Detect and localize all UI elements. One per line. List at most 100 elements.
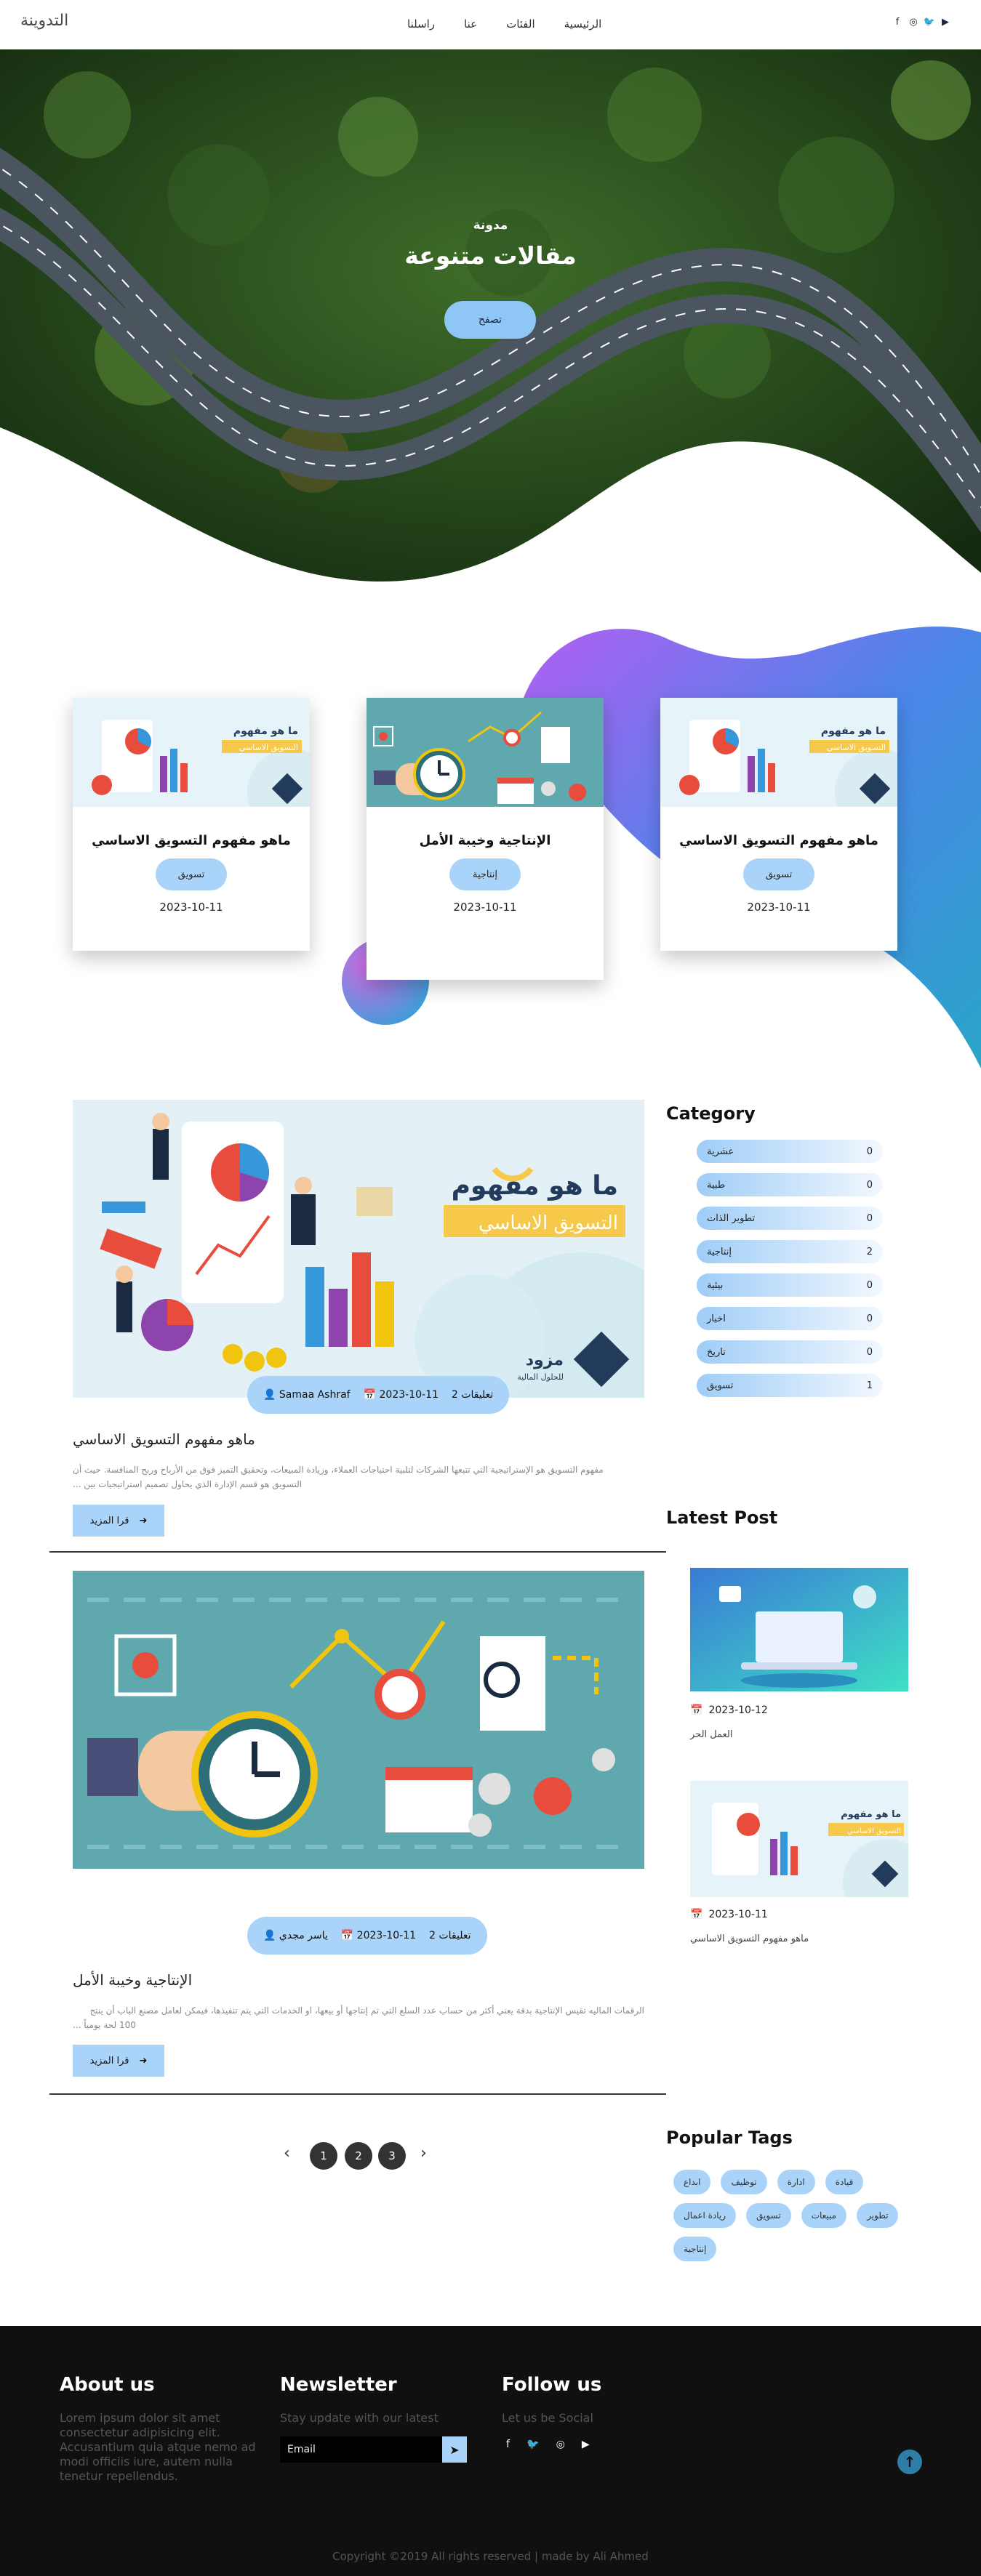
about-heading: About us (60, 2374, 155, 2396)
youtube-icon[interactable]: ▶ (940, 16, 951, 28)
tag-chip[interactable]: قيادة (825, 2170, 864, 2194)
post-image[interactable] (73, 1571, 644, 1869)
featured-card[interactable]: الإنتاجية وخيبة الأمل إنتاجية 2023-10-11 (367, 698, 604, 980)
featured-card[interactable]: ما هو مفهوم التسويق الاساسي ماهو مفهوم ا… (73, 698, 335, 951)
featured-card-badge[interactable]: إنتاجية (449, 858, 521, 890)
latest-post-item[interactable]: 📅 2023-10-12 العمل الحر (690, 1568, 908, 1740)
post-title[interactable]: الإنتاجية وخيبة الأمل (73, 1971, 192, 1989)
user-icon: 👤 (263, 1389, 276, 1401)
arrow-right-icon: ➜ (139, 2055, 148, 2066)
nav-link-categories[interactable]: الفئات (506, 17, 535, 31)
instagram-icon[interactable]: ◎ (556, 2439, 565, 2450)
pagination-next[interactable]: › (420, 2144, 427, 2162)
post-comments[interactable]: تعليقات 2 (452, 1389, 493, 1401)
about-text-line: Lorem ipsum dolor sit amet (60, 2411, 220, 2425)
thumb-text-line1: ما هو مفهوم (841, 1809, 901, 1820)
post-author[interactable]: Samaa Ashraf (279, 1389, 351, 1401)
featured-card-title[interactable]: الإنتاجية وخيبة الأمل (367, 833, 604, 848)
category-count: 0 (866, 1346, 873, 1358)
category-name: اخبار (707, 1313, 726, 1324)
tag-chip[interactable]: توظيف (721, 2170, 767, 2194)
post-title-wrap: الإنتاجية وخيبة الأمل (73, 1971, 644, 1989)
social-links: f ◎ 🐦 ▶ (892, 16, 951, 28)
read-more-button[interactable]: قرا المزيد ➜ (73, 1505, 164, 1537)
tag-chip[interactable]: ابداع (673, 2170, 711, 2194)
category-item[interactable]: عشرية 0 (697, 1140, 883, 1163)
post-title[interactable]: ماهو مفهوم التسويق الاساسي (73, 1430, 255, 1448)
popular-tags-heading: Popular Tags (666, 2128, 793, 2148)
author-info: 👤 Samaa Ashraf (263, 1389, 351, 1401)
featured-card[interactable]: ما هو مفهوم التسويق الاساسي ماهو مفهوم ا… (660, 698, 922, 951)
featured-card-date: 2023-10-11 (747, 901, 811, 914)
youtube-icon[interactable]: ▶ (582, 2439, 590, 2450)
category-count: 0 (866, 1279, 873, 1291)
scroll-to-top-button[interactable]: ↑ (897, 2450, 922, 2474)
category-item[interactable]: تطوير الذات 0 (697, 1207, 883, 1230)
productivity-thumbnail (367, 698, 604, 807)
featured-card-date: 2023-10-11 (159, 901, 223, 914)
hero-section: مدونة مقالات متنوعة تصفح (0, 49, 981, 602)
category-item[interactable]: طبية 0 (697, 1173, 883, 1196)
latest-post-item[interactable]: ما هو مفهوم التسويق الاساسي 📅 2023-10-11 … (690, 1781, 930, 1944)
about-text-line: modi officiis iure, autem nulla (60, 2455, 233, 2468)
read-more-button[interactable]: قرا المزيد ➜ (73, 2045, 164, 2077)
facebook-icon[interactable]: f (892, 16, 903, 28)
tag-chip[interactable]: ريادة اعمال (673, 2203, 737, 2228)
pagination-prev[interactable]: ‹ (284, 2144, 290, 2162)
featured-card-title[interactable]: ماهو مفهوم التسويق الاساسي (73, 833, 310, 848)
featured-card-badge[interactable]: تسويق (743, 858, 814, 890)
post-image[interactable]: ما هو مفهوم التسويق الاساسي مزود للحلول … (73, 1100, 644, 1398)
post-image-text-line1: ما هو مفهوم (452, 1171, 618, 1201)
page-1-button[interactable]: 1 (310, 2142, 337, 2170)
instagram-icon[interactable]: ◎ (908, 16, 919, 28)
email-input[interactable]: Email (280, 2436, 443, 2463)
latest-post-date-row: 📅 2023-10-12 (690, 1704, 908, 1716)
follow-text: Let us be Social (502, 2411, 593, 2425)
nav-link-contact[interactable]: راسلنا (407, 17, 435, 31)
featured-card-title[interactable]: ماهو مفهوم التسويق الاساسي (660, 833, 897, 848)
facebook-icon[interactable]: f (506, 2439, 510, 2450)
latest-post-title[interactable]: العمل الحر (690, 1729, 732, 1740)
category-count: 1 (866, 1380, 873, 1391)
marketing-thumbnail: ما هو مفهوم التسويق الاساسي (690, 1781, 930, 1926)
tag-chip[interactable]: إنتاجية (673, 2237, 717, 2261)
post-author[interactable]: ياسر مجدي (279, 1930, 328, 1941)
copyright-text: Copyright ©2019 All rights reserved | ma… (332, 2550, 649, 2563)
tag-chip[interactable]: مبيعات (801, 2203, 847, 2228)
tag-chip[interactable]: تسويق (746, 2203, 791, 2228)
nav-link-about[interactable]: عنا (464, 17, 477, 31)
tag-chip[interactable]: تطوير (857, 2203, 899, 2228)
category-name: إنتاجية (707, 1246, 732, 1257)
twitter-icon[interactable]: 🐦 (924, 16, 935, 28)
tag-chip[interactable]: ادارة (777, 2170, 815, 2194)
browse-button[interactable]: تصفح (444, 301, 536, 339)
subscribe-button[interactable]: ➤ (442, 2436, 467, 2463)
post-title-wrap: ماهو مفهوم التسويق الاساسي (73, 1430, 644, 1448)
category-item[interactable]: تاريخ 0 (697, 1340, 883, 1364)
latest-post-title[interactable]: ماهو مفهوم التسويق الاساسي (690, 1933, 809, 1944)
category-item[interactable]: اخبار 0 (697, 1307, 883, 1330)
post-date: 2023-10-11 (379, 1389, 439, 1401)
category-item[interactable]: بيئية 0 (697, 1273, 883, 1297)
author-info: 👤 ياسر مجدي (263, 1930, 328, 1941)
featured-card-badge[interactable]: تسويق (156, 858, 227, 890)
post-excerpt-line: الرقمات الماليه تقيس الإنتاجية بدقة يعني… (89, 2005, 644, 2016)
tag-row: إنتاجية (673, 2237, 898, 2261)
category-count: 0 (866, 1146, 873, 1157)
featured-card-date: 2023-10-11 (453, 901, 517, 914)
thumb-text-line2: التسويق الاساسي (827, 743, 886, 753)
page-2-button[interactable]: 2 (345, 2142, 372, 2170)
nav-link-home[interactable]: الرئيسية (564, 17, 602, 31)
post-comments[interactable]: تعليقات 2 (429, 1930, 471, 1941)
category-item[interactable]: تسويق 1 (697, 1374, 883, 1397)
category-name: تطوير الذات (707, 1212, 756, 1224)
twitter-icon[interactable]: 🐦 (526, 2439, 539, 2450)
marketing-thumbnail: ما هو مفهوم التسويق الاساسي (73, 698, 335, 836)
post-divider (49, 1551, 666, 1553)
post-excerpt-line: التسويق هو قسم الإدارة الذي يحاول تصميم … (73, 1479, 303, 1489)
category-item[interactable]: إنتاجية 2 (697, 1240, 883, 1263)
post-excerpt-line: 100 لحة يومياً ... (73, 2020, 136, 2030)
post-divider (49, 2093, 666, 2095)
site-logo[interactable]: التدوينة (20, 12, 68, 30)
page-3-button[interactable]: 3 (378, 2142, 406, 2170)
